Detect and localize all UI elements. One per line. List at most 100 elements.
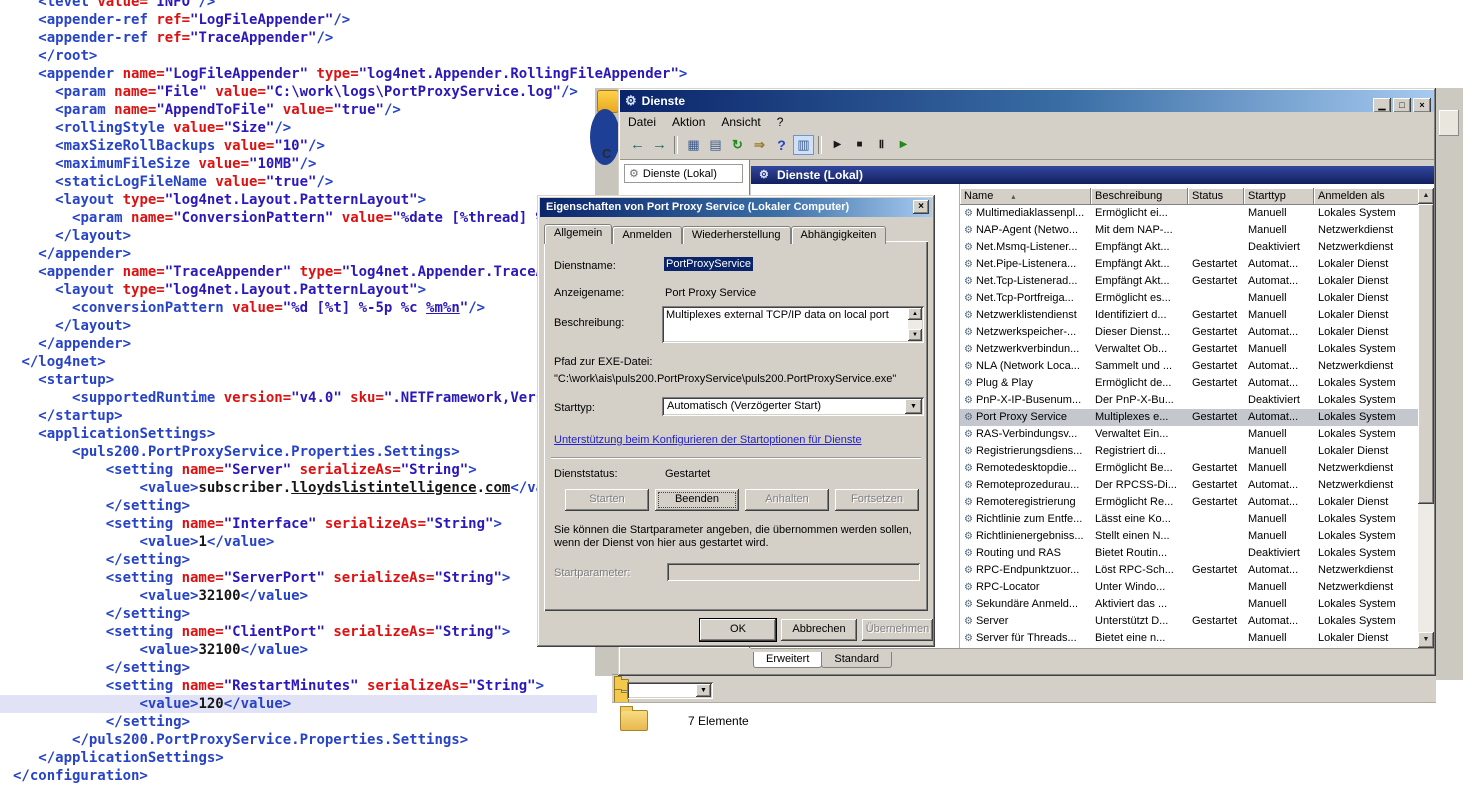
column-header-name[interactable]: Name▴ bbox=[960, 188, 1091, 205]
service-row[interactable]: ⚙Server für Threads...Bietet eine n...Ma… bbox=[960, 630, 1418, 647]
field-scrollbar[interactable]: ▲ ▼ bbox=[908, 308, 922, 341]
beenden-button[interactable]: Beenden bbox=[655, 489, 739, 511]
column-header-starttyp[interactable]: Starttyp bbox=[1244, 188, 1314, 205]
startoptions-help-link[interactable]: Unterstützung beim Konfigurieren der Sta… bbox=[554, 434, 862, 446]
pause-service-icon[interactable]: Ⅱ bbox=[871, 135, 892, 155]
chevron-down-icon[interactable]: ▼ bbox=[696, 684, 711, 697]
start-service-icon[interactable]: ▶ bbox=[827, 135, 848, 155]
cell-anmelden-als: Lokaler Dienst bbox=[1314, 443, 1418, 460]
menu-item-hilfe[interactable]: ? bbox=[769, 112, 792, 132]
service-row[interactable]: ⚙Remotedesktopdie...Ermöglicht Be...Gest… bbox=[960, 460, 1418, 477]
service-row[interactable]: ⚙Remoteprozedurau...Der RPCSS-Di...Gesta… bbox=[960, 477, 1418, 494]
service-row[interactable]: ⚙Net.Tcp-Portfreiga...Ermöglicht es...Ma… bbox=[960, 290, 1418, 307]
dienstname-value[interactable]: PortProxyService bbox=[664, 257, 753, 271]
cell-anmelden-als: Lokales System bbox=[1314, 341, 1418, 358]
scroll-down-icon[interactable]: ▼ bbox=[908, 329, 922, 341]
service-row[interactable]: ⚙Netzwerkverbindun...Verwaltet Ob...Gest… bbox=[960, 341, 1418, 358]
properties-icon[interactable]: ▥ bbox=[793, 135, 814, 155]
scroll-up-icon[interactable]: ▲ bbox=[908, 308, 922, 320]
scrollbar-thumb[interactable] bbox=[1439, 110, 1459, 136]
cell-anmelden-als: Lokales System bbox=[1314, 205, 1418, 222]
service-row[interactable]: ⚙Registrierungsdiens...Registriert di...… bbox=[960, 443, 1418, 460]
service-row[interactable]: ⚙Plug & PlayErmöglicht de...GestartetAut… bbox=[960, 375, 1418, 392]
service-row[interactable]: ⚙Port Proxy ServiceMultiplexes e...Gesta… bbox=[960, 409, 1418, 426]
tree-node-dienste-lokal[interactable]: ⚙Dienste (Lokal) bbox=[624, 164, 743, 183]
scroll-down-icon[interactable]: ▼ bbox=[1418, 632, 1434, 648]
cell-name: ⚙NAP-Agent (Netwo... bbox=[960, 222, 1091, 239]
minimize-button[interactable]: ▁ bbox=[1373, 98, 1391, 113]
menu-item-ansicht[interactable]: Ansicht bbox=[713, 112, 768, 132]
cell-name: ⚙Remoteregistrierung bbox=[960, 494, 1091, 511]
refresh-icon[interactable]: ↻ bbox=[727, 135, 748, 155]
close-icon[interactable]: × bbox=[913, 200, 929, 214]
service-row[interactable]: ⚙RPC-Endpunktzuor...Löst RPC-Sch...Gesta… bbox=[960, 562, 1418, 579]
forward-icon[interactable]: → bbox=[649, 135, 670, 155]
cell-beschreibung: Ermöglicht Re... bbox=[1091, 494, 1188, 511]
beschreibung-field[interactable]: Multiplexes external TCP/IP data on loca… bbox=[662, 306, 924, 343]
service-row[interactable]: ⚙Netzwerkspeicher-...Dieser Dienst...Ges… bbox=[960, 324, 1418, 341]
cell-anmelden-als: Lokaler Dienst bbox=[1314, 256, 1418, 273]
service-row[interactable]: ⚙ServerUnterstützt D...GestartetAutomat.… bbox=[960, 613, 1418, 630]
menu-item-aktion[interactable]: Aktion bbox=[664, 112, 713, 132]
service-row[interactable]: ⚙Net.Msmq-Listener...Empfängt Akt...Deak… bbox=[960, 239, 1418, 256]
restart-service-icon[interactable]: ▶ bbox=[893, 135, 914, 155]
cell-name: ⚙Server bbox=[960, 613, 1091, 630]
close-button[interactable]: × bbox=[1413, 98, 1431, 113]
anhalten-button: Anhalten bbox=[745, 489, 829, 511]
chevron-down-icon[interactable]: ▼ bbox=[905, 399, 922, 414]
scroll-up-icon[interactable]: ▲ bbox=[1418, 188, 1434, 204]
cell-beschreibung: Ermöglicht es... bbox=[1091, 290, 1188, 307]
service-row[interactable]: ⚙Richtlinie zum Entfe...Lässt eine Ko...… bbox=[960, 511, 1418, 528]
cell-starttyp: Automat... bbox=[1244, 494, 1314, 511]
cell-name: ⚙Server für Threads... bbox=[960, 630, 1091, 647]
menu-item-datei[interactable]: Datei bbox=[620, 112, 664, 132]
stop-service-icon[interactable]: ■ bbox=[849, 135, 870, 155]
column-header-beschreibung[interactable]: Beschreibung bbox=[1091, 188, 1188, 205]
cell-starttyp: Automat... bbox=[1244, 375, 1314, 392]
service-row[interactable]: ⚙NLA (Network Loca...Sammelt und ...Gest… bbox=[960, 358, 1418, 375]
column-header-anmelden-als[interactable]: Anmelden als bbox=[1314, 188, 1419, 205]
cell-anmelden-als: Netzwerkdienst bbox=[1314, 562, 1418, 579]
list-scrollbar[interactable]: ▲ ▼ bbox=[1418, 188, 1434, 648]
cell-name: ⚙Net.Msmq-Listener... bbox=[960, 239, 1091, 256]
dialog-tab-wiederherstellung[interactable]: Wiederherstellung bbox=[682, 226, 791, 244]
dialog-tab-allgemein[interactable]: Allgemein bbox=[544, 224, 612, 244]
window-titlebar[interactable]: ⚙Dienste ▁□× bbox=[620, 90, 1434, 112]
starttyp-select[interactable]: Automatisch (Verzögerter Start) ▼ bbox=[662, 397, 924, 416]
service-row[interactable]: ⚙Multimediaklassenpl...Ermöglicht ei...M… bbox=[960, 205, 1418, 222]
cell-status: Gestartet bbox=[1188, 307, 1244, 324]
dialog-tab-anmelden[interactable]: Anmelden bbox=[612, 226, 682, 244]
service-row[interactable]: ⚙RPC-LocatorUnter Windo...ManuellNetzwer… bbox=[960, 579, 1418, 596]
filename-combobox[interactable]: ▼ bbox=[627, 682, 713, 699]
show-tree-icon[interactable]: ▦ bbox=[683, 135, 704, 155]
service-row[interactable]: ⚙RAS-Verbindungsv...Verwaltet Ein...Manu… bbox=[960, 426, 1418, 443]
background-scrollbar[interactable] bbox=[1436, 88, 1463, 680]
cell-name: ⚙Netzwerkspeicher-... bbox=[960, 324, 1091, 341]
service-row[interactable]: ⚙NetzwerklistendienstIdentifiziert d...G… bbox=[960, 307, 1418, 324]
export-list-icon[interactable]: ⇒ bbox=[749, 135, 770, 155]
service-row[interactable]: ⚙Net.Pipe-Listenera...Empfängt Akt...Ges… bbox=[960, 256, 1418, 273]
abbrechen-button[interactable]: Abbrechen bbox=[781, 619, 857, 641]
cell-beschreibung: Dieser Dienst... bbox=[1091, 324, 1188, 341]
view-tab-erweitert[interactable]: Erweitert bbox=[753, 652, 822, 668]
service-row[interactable]: ⚙Net.Tcp-Listenerad...Empfängt Akt...Ges… bbox=[960, 273, 1418, 290]
service-row[interactable]: ⚙RemoteregistrierungErmöglicht Re...Gest… bbox=[960, 494, 1418, 511]
dialog-tab-abhängigkeiten[interactable]: Abhängigkeiten bbox=[791, 226, 887, 244]
help-icon[interactable]: ? bbox=[771, 135, 792, 155]
list-view-icon[interactable]: ▤ bbox=[705, 135, 726, 155]
dialog-titlebar[interactable]: Eigenschaften von Port Proxy Service (Lo… bbox=[540, 198, 932, 217]
service-row[interactable]: ⚙Sekundäre Anmeld...Aktiviert das ...Man… bbox=[960, 596, 1418, 613]
cell-status: Gestartet bbox=[1188, 613, 1244, 630]
service-row[interactable]: ⚙Richtlinienergebniss...Stellt einen N..… bbox=[960, 528, 1418, 545]
column-header-status[interactable]: Status bbox=[1188, 188, 1244, 205]
cell-beschreibung: Stellt einen N... bbox=[1091, 528, 1188, 545]
ok-button[interactable]: OK bbox=[700, 619, 776, 641]
service-row[interactable]: ⚙PnP-X-IP-Busenum...Der PnP-X-Bu...Deakt… bbox=[960, 392, 1418, 409]
back-icon[interactable]: ← bbox=[627, 135, 648, 155]
cell-starttyp: Automat... bbox=[1244, 324, 1314, 341]
service-row[interactable]: ⚙Routing und RASBietet Routin...Deaktivi… bbox=[960, 545, 1418, 562]
service-row[interactable]: ⚙NAP-Agent (Netwo...Mit dem NAP-...Manue… bbox=[960, 222, 1418, 239]
view-tab-standard[interactable]: Standard bbox=[821, 652, 892, 668]
scrollbar-thumb[interactable] bbox=[1418, 204, 1434, 504]
maximize-button[interactable]: □ bbox=[1393, 98, 1411, 113]
